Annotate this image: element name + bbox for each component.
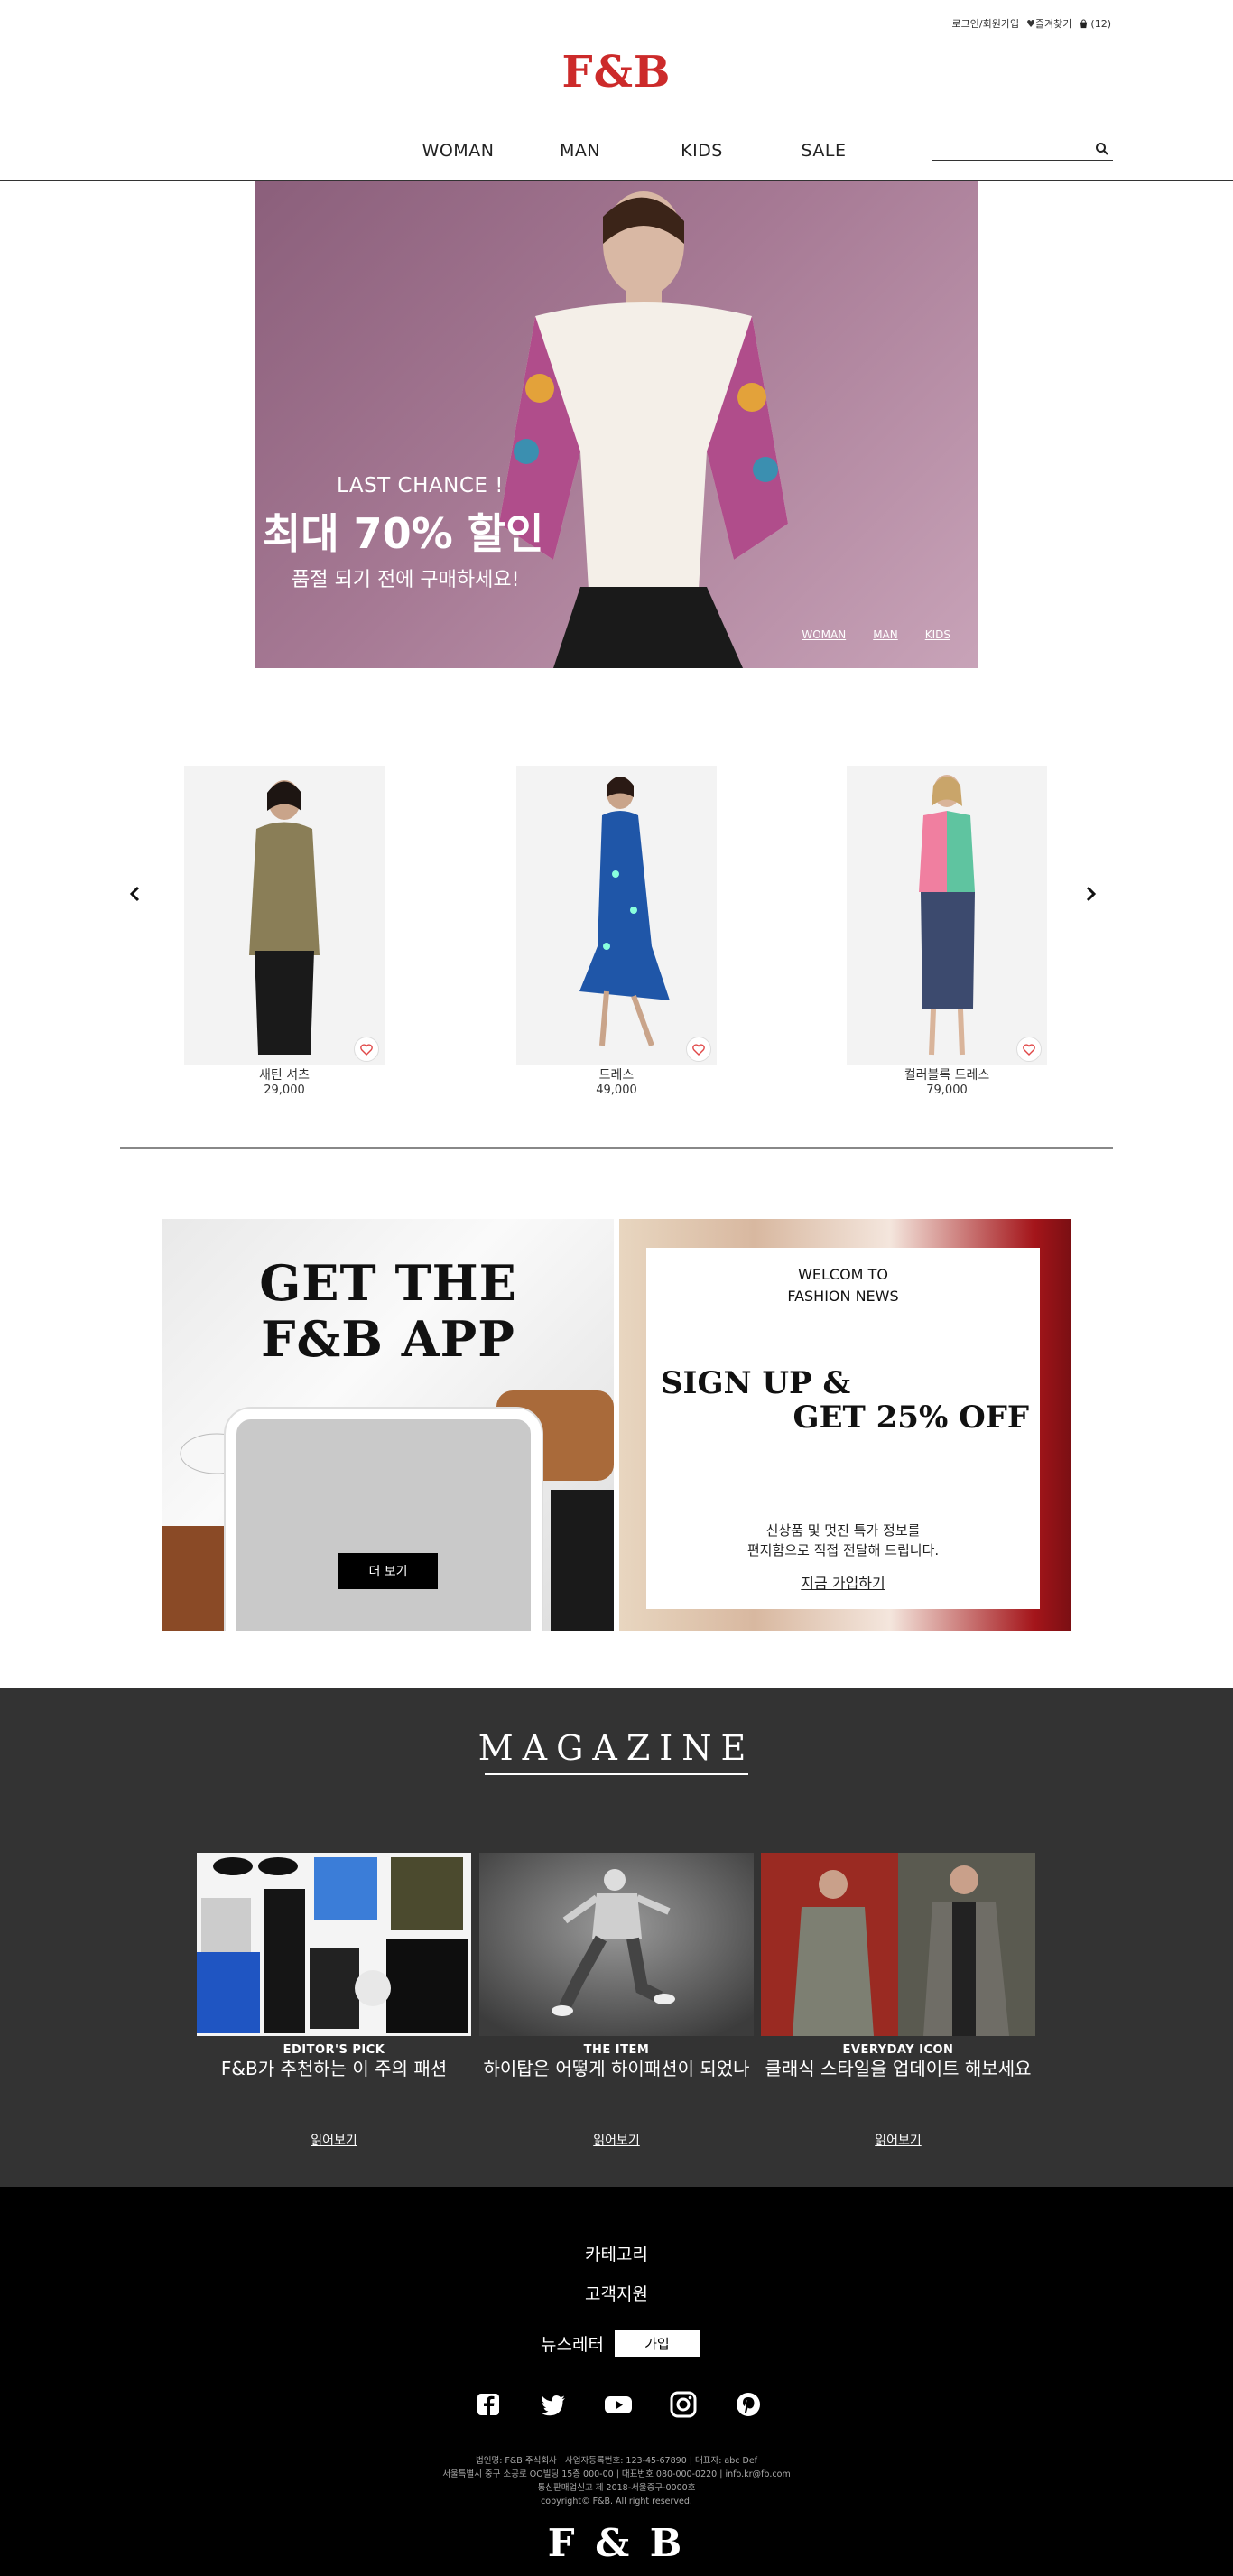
heart-icon[interactable] — [1016, 1037, 1042, 1062]
hero-line3: 품절 되기 전에 구매하세요! — [292, 569, 520, 591]
product-card[interactable]: 컬러블록 드레스 79,000 — [847, 766, 1047, 1097]
site-logo[interactable]: F&B — [0, 47, 1233, 98]
desc-line1: 신상품 및 멋진 특가 정보를 — [765, 1522, 921, 1539]
footer-category-link[interactable]: 카테고리 — [0, 2241, 1233, 2265]
search-box — [932, 141, 1113, 161]
phone-frame — [226, 1409, 542, 1631]
twitter-icon[interactable] — [538, 2389, 569, 2420]
cart-link[interactable]: (12) — [1079, 18, 1111, 30]
signup-now-link[interactable]: 지금 가입하기 — [646, 1571, 1040, 1593]
search-input[interactable] — [932, 142, 1086, 161]
company-info-line1: 법인명: F&B 주식회사 | 사업자등록번호: 123-45-67890 | … — [475, 2456, 758, 2466]
product-image[interactable] — [847, 766, 1047, 1065]
article-image[interactable] — [479, 1853, 754, 2036]
magazine-article[interactable]: EDITOR'S PICK F&B가 추천하는 이 주의 패션 읽어보기 — [197, 1853, 471, 2148]
hero-link-man[interactable]: MAN — [873, 628, 898, 641]
hero-model-image — [499, 191, 788, 668]
newsletter-welcome: WELCOM TO FASHION NEWS — [646, 1264, 1040, 1307]
footer-logo[interactable]: F & B — [0, 2521, 1233, 2565]
company-info: 법인명: F&B 주식회사 | 사업자등록번호: 123-45-67890 | … — [0, 2454, 1233, 2508]
social-links — [473, 2389, 764, 2420]
article-headline[interactable]: 하이탑은 어떻게 하이패션이 되었나 — [479, 2057, 754, 2081]
product-card[interactable]: 드레스 49,000 — [516, 766, 717, 1097]
product-price: 49,000 — [596, 1083, 637, 1097]
signup-line1: SIGN UP & — [661, 1365, 851, 1401]
login-link[interactable]: 로그인/회원가입 — [952, 16, 1020, 31]
newsletter-promo-banner: WELCOM TO FASHION NEWS SIGN UP & GET 25%… — [619, 1219, 1071, 1631]
welcome-line1: WELCOM TO — [798, 1266, 888, 1283]
article-category: EVERYDAY ICON — [842, 2043, 954, 2057]
pinterest-icon[interactable] — [733, 2389, 764, 2420]
copyright: copyright© F&B. All right reserved. — [541, 2497, 692, 2506]
article-category: EDITOR'S PICK — [283, 2043, 385, 2057]
heart-icon[interactable] — [686, 1037, 711, 1062]
welcome-line2: FASHION NEWS — [787, 1288, 899, 1305]
cart-count: (12) — [1090, 17, 1111, 30]
desc-line2: 편지함으로 직접 전달해 드립니다. — [746, 1542, 940, 1558]
nav-item-man[interactable]: MAN — [519, 141, 641, 161]
heart-icon[interactable] — [354, 1037, 379, 1062]
read-more-link[interactable]: 읽어보기 — [761, 2131, 1035, 2149]
nav-item-kids[interactable]: KIDS — [641, 141, 763, 161]
favorites-link[interactable]: ♥즐겨찾기 — [1026, 16, 1071, 31]
company-info-line3: 통신판매업신고 제 2018-서울중구-0000호 — [537, 2483, 696, 2493]
article-category: THE ITEM — [583, 2043, 650, 2057]
chevron-left-icon[interactable] — [126, 883, 144, 905]
product-name[interactable]: 새틴 셔츠 — [184, 1065, 385, 1083]
magazine-title: MAGAZINE — [477, 1728, 756, 1768]
article-image[interactable] — [761, 1853, 1035, 2036]
newsletter-label: 뉴스레터 — [541, 2334, 604, 2355]
product-image[interactable] — [184, 766, 385, 1065]
article-headline[interactable]: F&B가 추천하는 이 주의 패션 — [197, 2057, 471, 2081]
hero-link-woman[interactable]: WOMAN — [802, 628, 846, 641]
read-more-link[interactable]: 읽어보기 — [197, 2131, 471, 2149]
article-headline[interactable]: 클래식 스타일을 업데이트 해보세요 — [761, 2057, 1035, 2081]
product-name[interactable]: 드레스 — [516, 1065, 717, 1083]
product-price: 79,000 — [926, 1083, 968, 1097]
newsletter-row: 뉴스레터 가입 — [541, 2330, 700, 2357]
top-utility-bar: 로그인/회원가입 ♥즐겨찾기 (12) — [952, 16, 1111, 31]
read-more-link[interactable]: 읽어보기 — [479, 2131, 754, 2149]
product-name[interactable]: 컬러블록 드레스 — [847, 1065, 1047, 1083]
newsletter-card: WELCOM TO FASHION NEWS SIGN UP & GET 25%… — [646, 1248, 1040, 1609]
bag-icon — [1080, 18, 1088, 28]
site-footer: 카테고리 고객지원 뉴스레터 가입 법인명: F&B 주식회사 | 사업자등록번… — [0, 2187, 1233, 2576]
main-nav: WOMAN MAN KIDS SALE — [0, 141, 1233, 181]
product-carousel: 새틴 셔츠 29,000 드레스 49,000 컬러블록 드레스 79,000 — [0, 766, 1233, 1109]
signup-line2: GET 25% OFF — [793, 1400, 1029, 1436]
magazine-title-underline — [485, 1773, 748, 1775]
product-image[interactable] — [516, 766, 717, 1065]
chevron-right-icon[interactable] — [1081, 883, 1099, 905]
hero-banner[interactable]: LAST CHANCE ! 최대 70% 할인 품절 되기 전에 구매하세요! … — [255, 181, 978, 668]
newsletter-join-button[interactable]: 가입 — [614, 2330, 700, 2357]
article-image[interactable] — [197, 1853, 471, 2036]
magazine-article[interactable]: THE ITEM 하이탑은 어떻게 하이패션이 되었나 읽어보기 — [479, 1853, 754, 2148]
company-info-line2: 서울특별시 중구 소공로 OO빌딩 15층 000-00 | 대표번호 080-… — [442, 2469, 791, 2479]
section-divider — [120, 1147, 1113, 1149]
nav-item-sale[interactable]: SALE — [763, 141, 885, 161]
product-card[interactable]: 새틴 셔츠 29,000 — [184, 766, 385, 1097]
facebook-icon[interactable] — [473, 2389, 504, 2420]
youtube-icon[interactable] — [603, 2389, 634, 2420]
magazine-article[interactable]: EVERYDAY ICON 클래식 스타일을 업데이트 해보세요 읽어보기 — [761, 1853, 1035, 2148]
instagram-icon[interactable] — [668, 2389, 699, 2420]
footer-support-link[interactable]: 고객지원 — [0, 2281, 1233, 2305]
hero-line2: 최대 70% 할인 — [263, 509, 544, 558]
app-promo-banner: GET THE F&B APP 더 보기 — [162, 1219, 614, 1631]
hero-line1: LAST CHANCE ! — [337, 474, 504, 498]
search-icon[interactable] — [1095, 142, 1109, 156]
product-price: 29,000 — [264, 1083, 305, 1097]
magazine-section: MAGAZINE EDITOR'S PICK F&B가 추천하는 이 주의 패션… — [0, 1688, 1233, 2187]
nav-item-woman[interactable]: WOMAN — [397, 141, 519, 161]
newsletter-description: 신상품 및 멋진 특가 정보를 편지함으로 직접 전달해 드립니다. — [646, 1520, 1040, 1560]
hero-links: WOMAN MAN KIDS — [802, 628, 950, 641]
hero-link-kids[interactable]: KIDS — [925, 628, 950, 641]
more-button[interactable]: 더 보기 — [338, 1553, 438, 1589]
